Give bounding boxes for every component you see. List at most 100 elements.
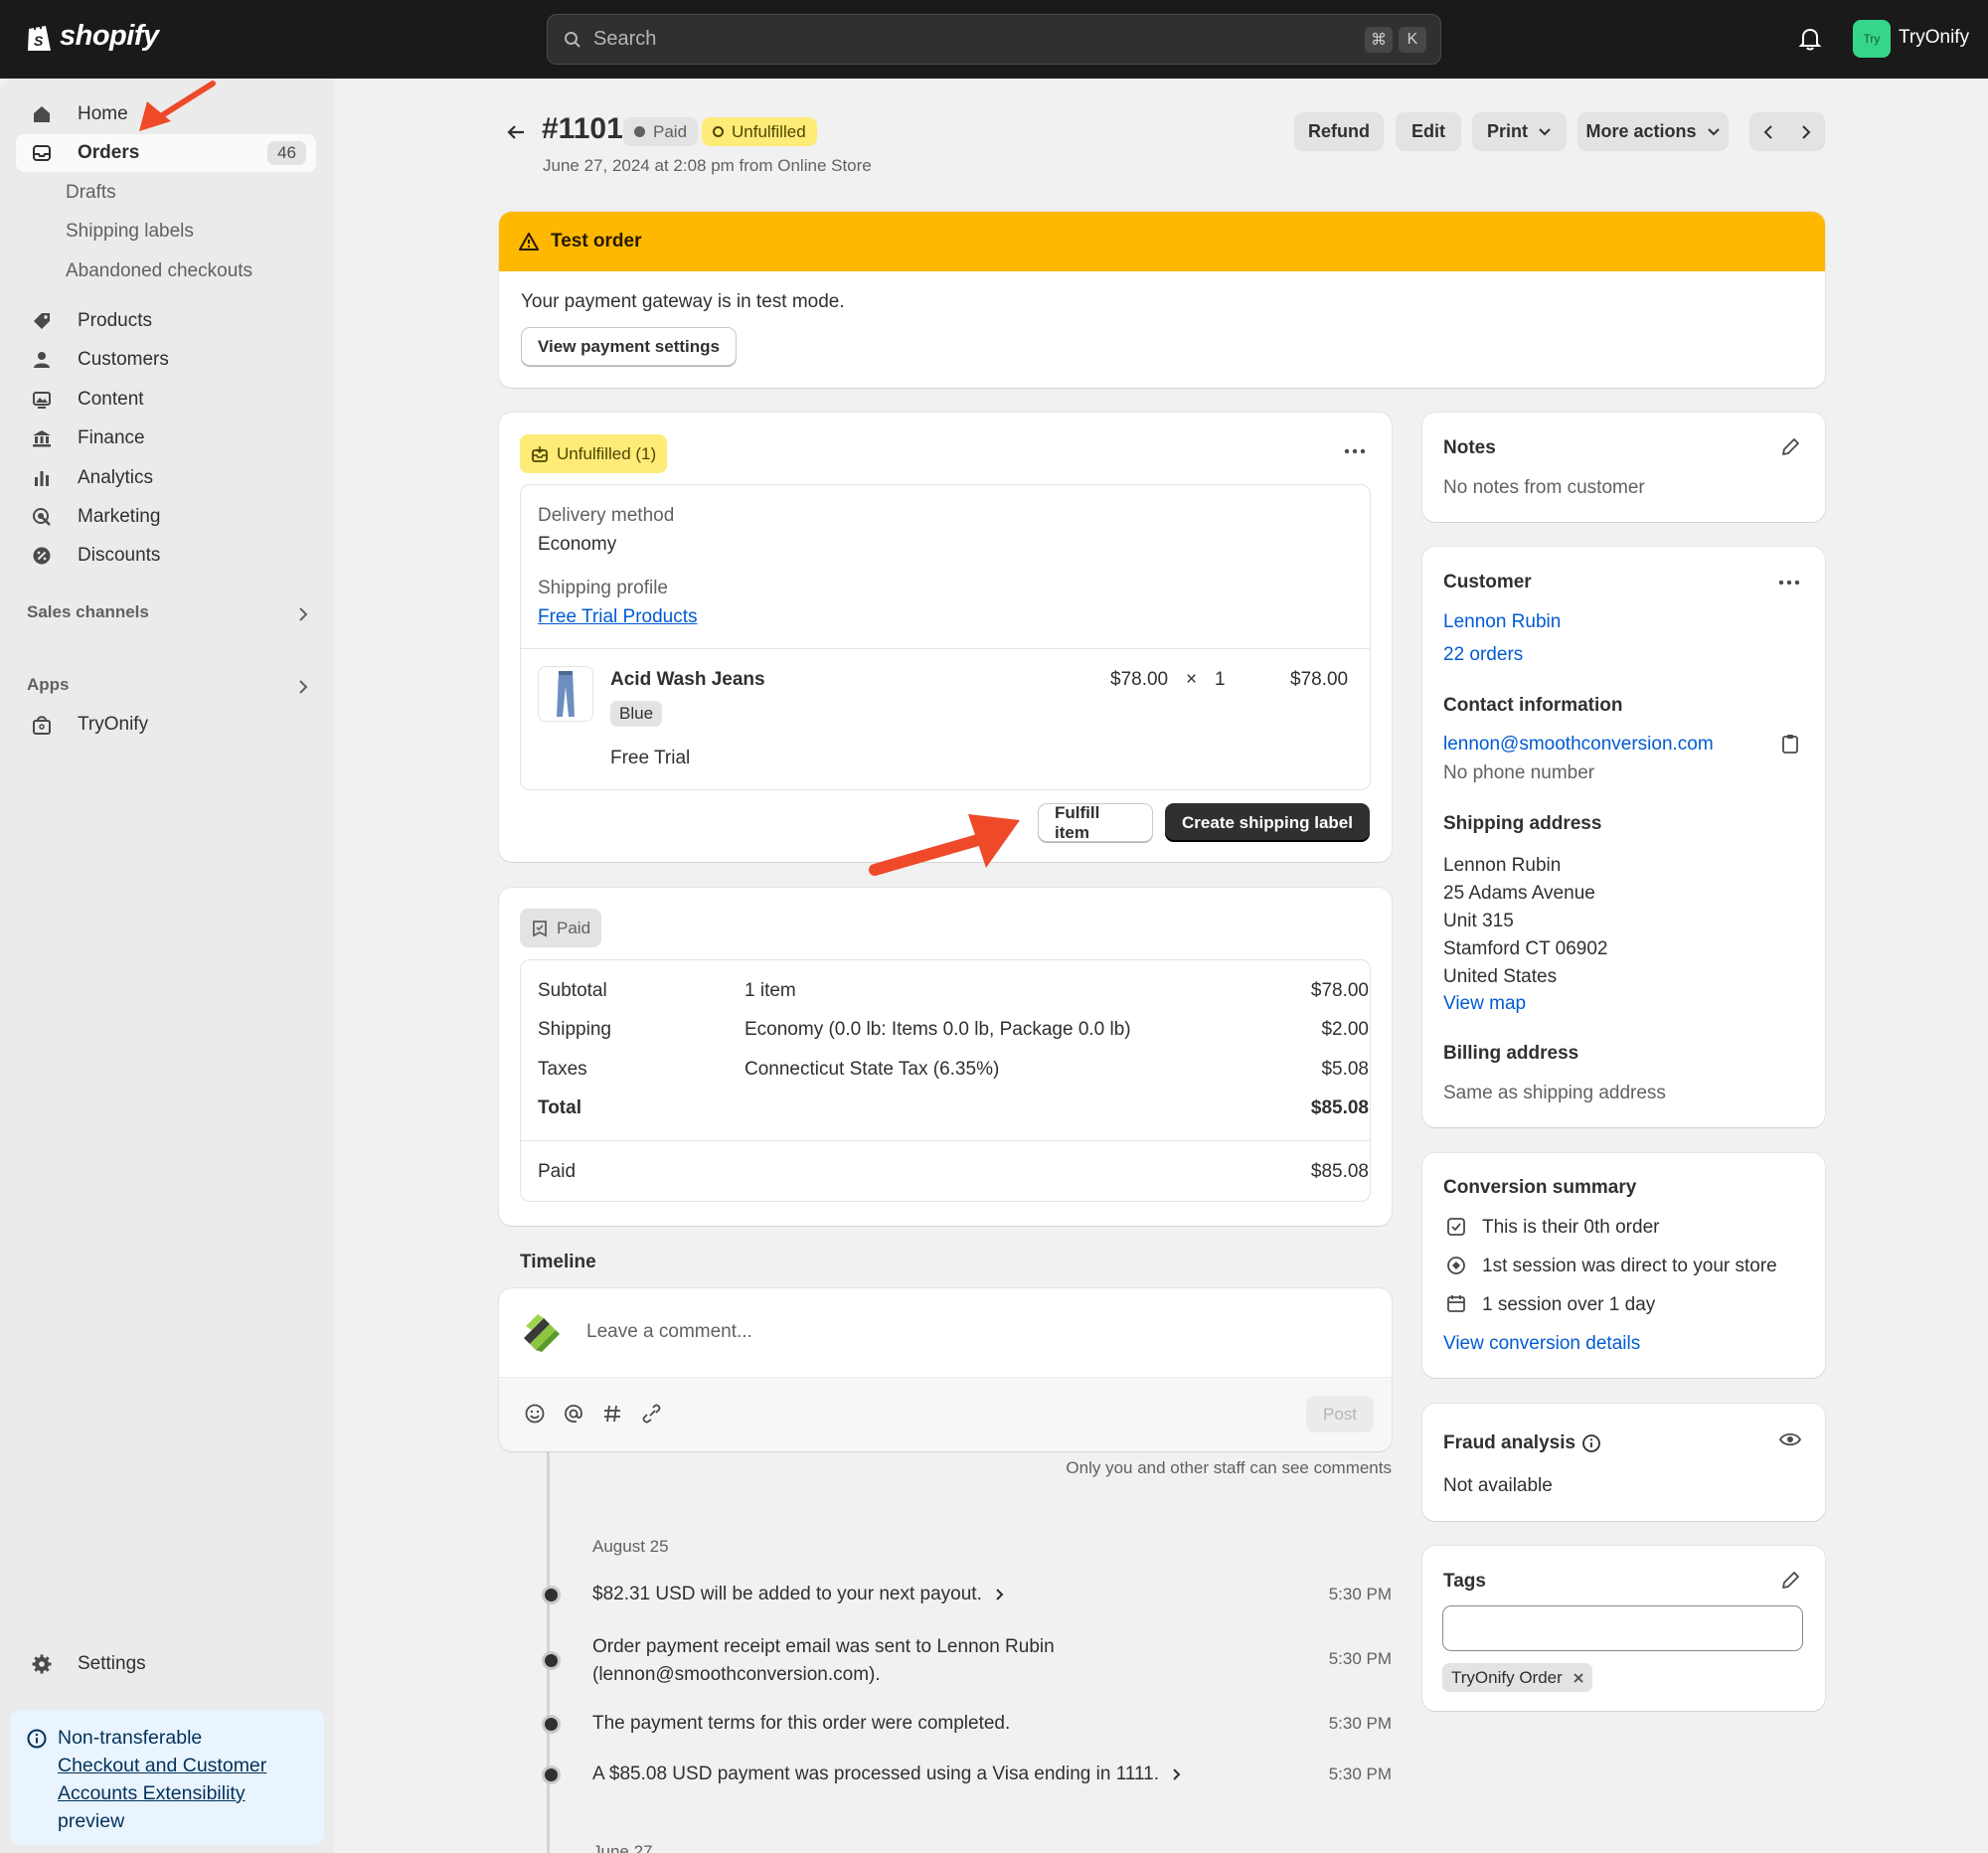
timeline-dot: [542, 1715, 561, 1734]
app-bag-icon: [28, 711, 56, 739]
product-thumbnail[interactable]: [538, 666, 593, 722]
order-meta: June 27, 2024 at 2:08 pm from Online Sto…: [543, 156, 872, 175]
shipping-profile-link[interactable]: Free Trial Products: [538, 606, 698, 628]
sidebar-item-marketing[interactable]: Marketing: [16, 498, 316, 536]
store-name[interactable]: TryOnify: [1899, 27, 1969, 49]
chevron-right-icon[interactable]: [296, 605, 310, 623]
customer-email-link[interactable]: lennon@smoothconversion.com: [1443, 734, 1714, 756]
unfulfilled-badge: Unfulfilled: [702, 117, 817, 146]
timeline-event: The payment terms for this order were co…: [592, 1713, 1011, 1734]
sales-channels-heading[interactable]: Sales channels: [27, 602, 149, 622]
order-number: #1101: [542, 112, 623, 145]
eye-icon[interactable]: [1778, 1429, 1802, 1450]
back-arrow-icon[interactable]: [504, 120, 528, 144]
timeline-heading: Timeline: [520, 1252, 596, 1272]
post-button[interactable]: Post: [1306, 1396, 1374, 1432]
timeline-event[interactable]: $82.31 USD will be added to your next pa…: [592, 1584, 1006, 1605]
chevron-down-icon: [1707, 127, 1720, 135]
edit-tags-pencil-icon[interactable]: [1779, 1570, 1801, 1592]
conversion-line: 1st session was direct to your store: [1482, 1256, 1777, 1276]
bell-icon[interactable]: [1797, 26, 1823, 52]
tags-input[interactable]: [1442, 1605, 1803, 1651]
brand-name: shopify: [60, 20, 159, 52]
comment-input[interactable]: Leave a comment...: [586, 1321, 752, 1343]
chevron-right-icon: [1173, 1769, 1181, 1780]
sidebar-item-orders[interactable]: Orders 46: [16, 134, 316, 172]
product-name[interactable]: Acid Wash Jeans: [610, 669, 765, 691]
store-avatar[interactable]: Try: [1853, 20, 1891, 58]
comment-toolbar: [499, 1377, 1392, 1451]
customer-card: [1422, 547, 1825, 1127]
test-order-header: Test order: [499, 212, 1825, 271]
sidebar-label: TryOnify: [78, 714, 149, 735]
sidebar-label: Finance: [78, 427, 145, 448]
more-options-icon[interactable]: [1342, 438, 1368, 464]
summary-label: Shipping: [538, 1019, 611, 1040]
fulfill-item-button[interactable]: Fulfill item: [1038, 803, 1153, 842]
print-button[interactable]: Print: [1472, 112, 1567, 151]
hashtag-icon[interactable]: [601, 1403, 623, 1425]
emoji-icon[interactable]: [524, 1403, 546, 1425]
customer-orders-link[interactable]: 22 orders: [1443, 644, 1523, 666]
timeline-event[interactable]: A $85.08 USD payment was processed using…: [592, 1764, 1183, 1785]
sidebar-item-discounts[interactable]: Discounts: [16, 537, 316, 575]
sidebar-label: Marketing: [78, 506, 161, 527]
sidebar-item-drafts[interactable]: Drafts: [66, 182, 116, 204]
view-map-link[interactable]: View map: [1443, 993, 1526, 1015]
tag-icon: [28, 307, 56, 335]
sidebar-item-content[interactable]: Content: [16, 381, 316, 419]
notes-heading: Notes: [1443, 437, 1496, 458]
times-sign: ×: [1186, 669, 1198, 690]
shipping-address: Lennon Rubin 25 Adams Avenue Unit 315 St…: [1443, 855, 1608, 987]
edit-notes-pencil-icon[interactable]: [1779, 436, 1801, 458]
sidebar-label: Discounts: [78, 545, 161, 566]
search-icon: [565, 31, 580, 48]
fraud-analysis-card: [1422, 1404, 1825, 1521]
info-icon[interactable]: [1581, 1433, 1601, 1453]
sidebar-label: Products: [78, 310, 152, 331]
tags-heading: Tags: [1443, 1571, 1486, 1592]
more-options-icon[interactable]: [1776, 570, 1802, 595]
unfulfilled-count-badge: Unfulfilled (1): [520, 434, 668, 473]
refund-button[interactable]: Refund: [1294, 112, 1384, 151]
sidebar-item-finance[interactable]: Finance: [16, 420, 316, 457]
home-icon: [28, 100, 56, 128]
sidebar-item-settings[interactable]: Settings: [16, 1645, 316, 1683]
sidebar-label: Content: [78, 389, 144, 410]
comment-box: [499, 1288, 1392, 1451]
view-conversion-details-link[interactable]: View conversion details: [1443, 1333, 1640, 1355]
billing-address-heading: Billing address: [1443, 1043, 1579, 1064]
notes-value: No notes from customer: [1443, 477, 1645, 498]
target-icon: [28, 503, 56, 531]
create-shipping-label-button[interactable]: Create shipping label: [1165, 803, 1370, 842]
summary-label: Taxes: [538, 1059, 587, 1080]
previous-order-icon[interactable]: [1749, 124, 1787, 140]
search-input[interactable]: Search ⌘ K: [547, 14, 1441, 65]
annotation-arrow-icon: [139, 81, 216, 131]
view-payment-settings-button[interactable]: View payment settings: [521, 327, 737, 366]
sidebar-item-analytics[interactable]: Analytics: [16, 459, 316, 497]
calendar-icon: [1445, 1293, 1467, 1315]
test-order-message: Your payment gateway is in test mode.: [521, 291, 845, 312]
copy-clipboard-icon[interactable]: [1779, 733, 1801, 755]
apps-heading[interactable]: Apps: [27, 675, 70, 695]
next-order-icon[interactable]: [1787, 124, 1825, 140]
chevron-right-icon[interactable]: [296, 678, 310, 696]
close-icon[interactable]: [1573, 1672, 1584, 1684]
sidebar-item-tryonify[interactable]: TryOnify: [16, 706, 316, 744]
sidebar-item-shipping-labels[interactable]: Shipping labels: [66, 221, 194, 243]
receipt-icon: [533, 920, 547, 936]
more-actions-button[interactable]: More actions: [1577, 112, 1729, 151]
customer-name-link[interactable]: Lennon Rubin: [1443, 611, 1561, 633]
delivery-method-label: Delivery method: [538, 505, 675, 526]
edit-button[interactable]: Edit: [1396, 112, 1461, 151]
attachment-icon[interactable]: [641, 1403, 663, 1425]
mention-icon[interactable]: [563, 1403, 584, 1425]
notice-link[interactable]: Checkout and Customer Accounts Extensibi…: [58, 1755, 266, 1804]
shipping-profile-label: Shipping profile: [538, 578, 668, 598]
shopify-logo[interactable]: S shopify: [26, 20, 159, 53]
sidebar-item-abandoned-checkouts[interactable]: Abandoned checkouts: [66, 260, 252, 282]
sidebar-item-products[interactable]: Products: [16, 302, 316, 340]
fraud-value: Not available: [1443, 1475, 1553, 1496]
sidebar-item-customers[interactable]: Customers: [16, 341, 316, 379]
